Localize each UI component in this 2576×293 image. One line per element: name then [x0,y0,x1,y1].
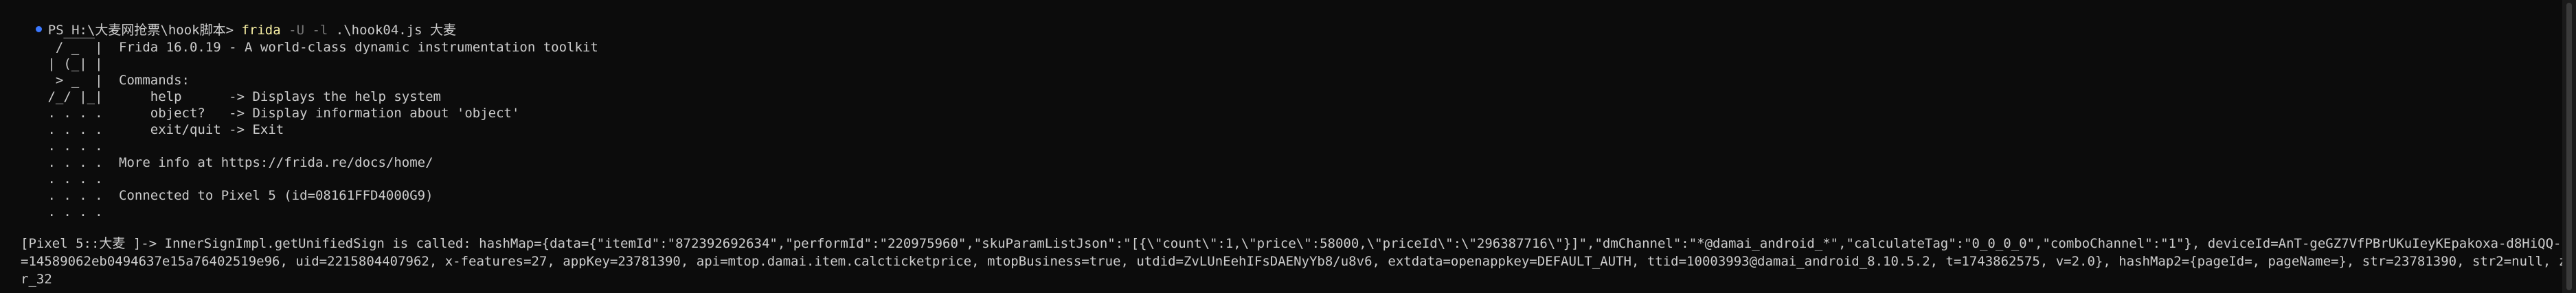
banner-version: Frida 16.0.19 - A world-class dynamic in… [119,40,598,55]
command-args: -U -l [280,23,336,38]
logo-line: . . . . [40,204,103,220]
logo-line: / _ | [40,40,103,55]
logo-line: /_/ |_| [40,89,103,104]
banner-command-exit: exit/quit -> Exit [119,122,284,137]
command-name: frida [241,23,281,38]
banner-command-object: object? -> Display information about 'ob… [119,106,520,121]
terminal-window[interactable]: PS H:\大麦网抢票\hook脚本> frida -U -l .\hook04… [0,0,2576,293]
logo-line: . . . . [40,188,103,203]
scrollbar-thumb[interactable] [2566,3,2572,290]
logo-line: ____ [40,23,95,38]
logo-line: . . . . [40,122,103,137]
output-line: [Pixel 5::大麦 ]-> InnerSignImpl.getUnifie… [21,236,2576,251]
logo-line: . . . . [40,155,103,170]
output-line: =14589062eb0494637e15a76402519e96, uid=2… [21,254,2576,269]
logo-line: . . . . [40,139,103,154]
banner-more-info: More info at https://frida.re/docs/home/ [119,155,433,170]
output-line: r_32 [21,272,52,287]
prompt-line: PS H:\大麦网抢票\hook脚本> frida -U -l .\hook04… [4,5,456,38]
logo-line: . . . . [40,172,103,187]
logo-line: | (_| | [40,56,103,71]
logo-line: . . . . [40,106,103,121]
vertical-scrollbar[interactable] [2562,0,2576,293]
banner-connected: Connected to Pixel 5 (id=08161FFD4000G9) [119,188,433,203]
logo-line: > _ | [40,73,103,88]
command-script: .\hook04.js 大麦 [335,23,457,38]
banner-command-help: help -> Displays the help system [119,89,441,104]
banner-commands-heading: Commands: [119,73,190,88]
